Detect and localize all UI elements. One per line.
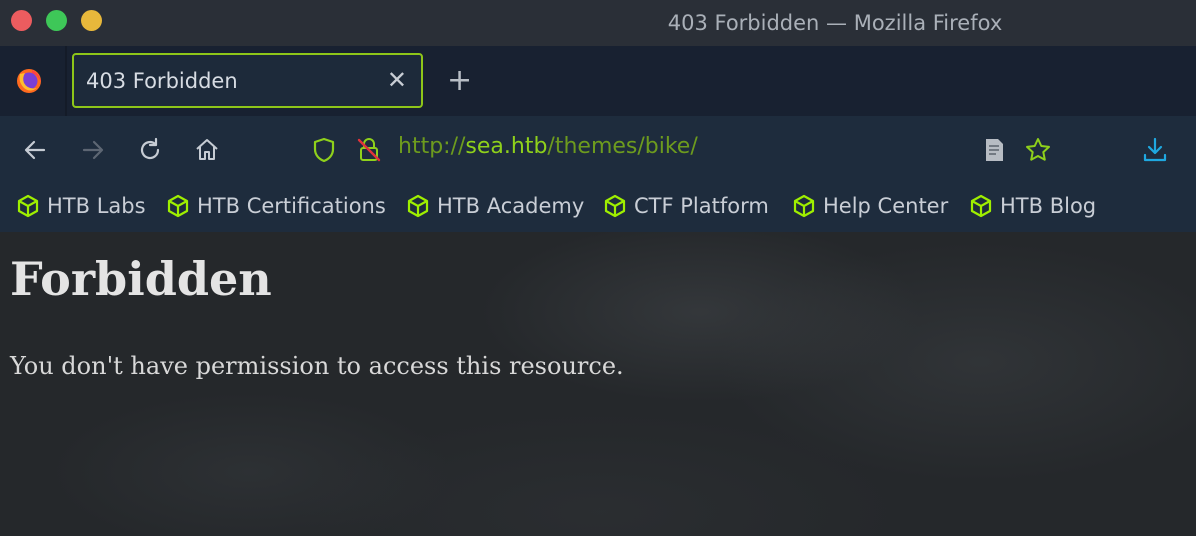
shield-icon[interactable]: [310, 136, 338, 164]
tab-strip: 403 Forbidden ✕ +: [0, 46, 1196, 116]
window-maximize-button[interactable]: [46, 10, 67, 31]
page-title: Forbidden: [10, 252, 272, 306]
htb-cube-icon: [970, 194, 992, 218]
home-icon[interactable]: [193, 136, 221, 164]
reload-icon[interactable]: [136, 136, 164, 164]
htb-cube-icon: [407, 194, 429, 218]
downloads-icon[interactable]: [1141, 136, 1169, 164]
window-titlebar: 403 Forbidden — Mozilla Firefox: [0, 0, 1196, 46]
bookmark-star-icon[interactable]: [1024, 136, 1052, 164]
bookmark-ctf-platform[interactable]: CTF Platform: [603, 190, 769, 222]
back-icon[interactable]: [21, 136, 49, 164]
url-host: sea.htb: [465, 134, 548, 159]
url-bar[interactable]: http://sea.htb/themes/bike/: [398, 134, 698, 159]
bookmark-label: HTB Blog: [1000, 194, 1097, 218]
bookmark-label: HTB Academy: [437, 194, 585, 218]
bookmark-htb-blog[interactable]: HTB Blog: [969, 190, 1096, 222]
tab-separator: [65, 46, 67, 116]
htb-cube-icon: [17, 194, 39, 218]
new-tab-button[interactable]: +: [447, 65, 472, 97]
tab-title: 403 Forbidden: [86, 69, 238, 93]
htb-cube-icon: [167, 194, 189, 218]
window-close-button[interactable]: [11, 10, 32, 31]
tab-close-icon[interactable]: ✕: [387, 66, 407, 94]
page-content: Forbidden You don't have permission to a…: [0, 232, 1196, 536]
bookmark-label: HTB Labs: [47, 194, 146, 218]
htb-cube-icon: [604, 194, 626, 218]
bookmark-htb-labs[interactable]: HTB Labs: [16, 190, 146, 222]
bookmark-htb-academy[interactable]: HTB Academy: [406, 190, 584, 222]
navigation-toolbar: http://sea.htb/themes/bike/: [0, 116, 1196, 184]
bookmark-label: HTB Certifications: [197, 194, 386, 218]
insecure-lock-icon[interactable]: [355, 136, 383, 164]
window-minimize-button[interactable]: [81, 10, 102, 31]
bookmark-label: CTF Platform: [634, 194, 769, 218]
url-scheme: http://: [398, 134, 466, 159]
reader-mode-icon[interactable]: [980, 136, 1008, 164]
bookmark-label: Help Center: [823, 194, 949, 218]
error-message: You don't have permission to access this…: [10, 352, 624, 380]
url-path: /themes/bike/: [547, 134, 698, 159]
tab-active[interactable]: 403 Forbidden ✕: [72, 53, 423, 108]
bookmarks-toolbar: HTB Labs HTB Certifications HTB Academy …: [0, 184, 1196, 232]
forward-icon[interactable]: [79, 136, 107, 164]
firefox-logo-icon[interactable]: [14, 66, 44, 96]
htb-cube-icon: [793, 194, 815, 218]
bookmark-help-center[interactable]: Help Center: [792, 190, 948, 222]
bookmark-htb-certifications[interactable]: HTB Certifications: [166, 190, 386, 222]
window-title: 403 Forbidden — Mozilla Firefox: [667, 11, 1003, 35]
